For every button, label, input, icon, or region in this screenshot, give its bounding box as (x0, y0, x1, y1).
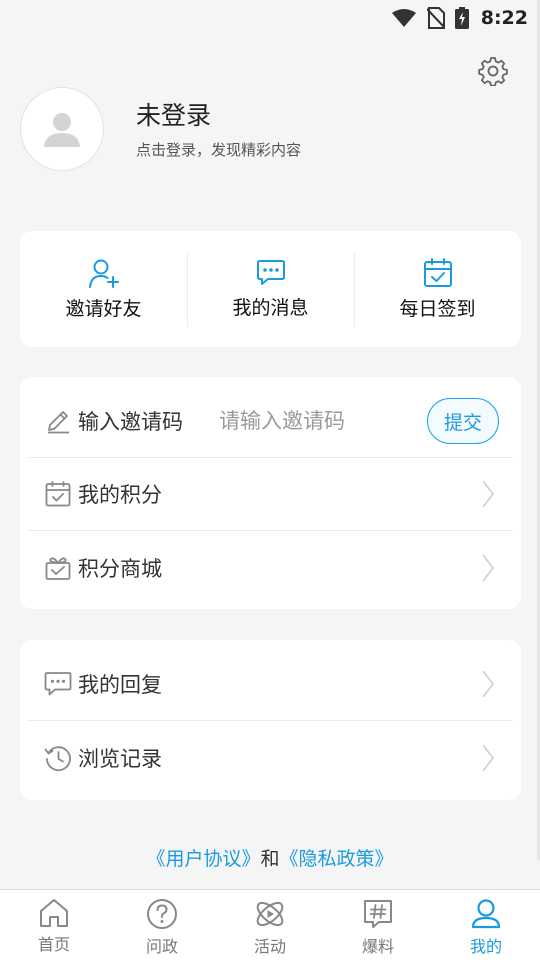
bottom-tab-bar: 首页 问政 活动 爆料 我的 (0, 889, 540, 960)
user-agreement-link[interactable]: 《用户协议》 (146, 848, 260, 870)
status-bar: 8:22 (0, 0, 540, 36)
history-icon (44, 744, 72, 772)
browse-history-label: 浏览记录 (78, 746, 162, 771)
profile-icon (471, 899, 501, 929)
chevron-right-icon (482, 744, 495, 771)
privacy-policy-link[interactable]: 《隐私政策》 (280, 848, 394, 870)
tab-mine-label: 我的 (469, 937, 502, 956)
no-sim-icon (426, 7, 445, 29)
browse-history-row[interactable]: 浏览记录 (28, 721, 513, 794)
question-icon (147, 899, 177, 929)
tab-report-label: 爆料 (361, 937, 394, 956)
my-messages-label: 我的消息 (232, 296, 309, 319)
tab-home-label: 首页 (37, 935, 70, 954)
points-mall-label: 积分商城 (78, 556, 162, 581)
settings-button[interactable] (476, 54, 510, 88)
hashtag-icon (364, 900, 392, 928)
submit-invite-button[interactable]: 提交 (427, 398, 499, 444)
my-replies-label: 我的回复 (78, 673, 162, 697)
my-replies-row[interactable]: 我的回复 (28, 648, 513, 721)
login-status[interactable]: 未登录 (136, 99, 301, 133)
default-avatar-icon (44, 113, 80, 147)
activity-menu-card: 我的回复 浏览记录 (20, 640, 521, 800)
invite-code-label: 输入邀请码 (78, 410, 183, 434)
agreement-and-text: 和 (260, 848, 280, 870)
invite-code-row: 输入邀请码 提交 (28, 385, 513, 458)
chat-icon (256, 259, 285, 285)
calendar-check-icon (423, 257, 452, 287)
tab-inquiry-label: 问政 (145, 937, 178, 956)
pencil-icon (44, 407, 72, 435)
tab-home[interactable]: 首页 (0, 890, 108, 960)
my-points-row[interactable]: 我的积分 (28, 458, 513, 531)
my-points-label: 我的积分 (78, 483, 162, 507)
clock: 8:22 (480, 7, 528, 29)
tab-mine[interactable]: 我的 (432, 890, 540, 960)
activity-icon (256, 901, 284, 927)
points-menu-card: 输入邀请码 提交 我的积分 (20, 377, 521, 609)
battery-icon (454, 7, 469, 29)
add-user-icon (88, 259, 119, 288)
home-icon (40, 899, 68, 927)
invite-code-input[interactable] (219, 409, 389, 433)
profile-header[interactable]: 未登录 点击登录，发现精彩内容 (20, 86, 301, 172)
wifi-icon (391, 9, 416, 27)
comment-icon (44, 670, 72, 698)
invite-friends-label: 邀请好友 (65, 297, 142, 320)
daily-checkin-label: 每日签到 (399, 297, 476, 320)
tab-activity-label: 活动 (253, 937, 286, 956)
quick-actions-card: 邀请好友 我的消息 每日签到 (20, 231, 521, 347)
agreement-links: 《用户协议》和《隐私政策》 (0, 844, 540, 871)
login-hint[interactable]: 点击登录，发现精彩内容 (136, 139, 301, 160)
gift-icon (44, 554, 72, 582)
calendar-check-icon (44, 480, 72, 508)
tab-activity[interactable]: 活动 (216, 890, 324, 960)
invite-friends-button[interactable]: 邀请好友 (20, 231, 187, 347)
avatar[interactable] (20, 87, 104, 171)
chevron-right-icon (482, 670, 495, 698)
chevron-right-icon (482, 554, 495, 581)
tab-report[interactable]: 爆料 (324, 890, 432, 960)
tab-inquiry[interactable]: 问政 (108, 890, 216, 960)
points-mall-row[interactable]: 积分商城 (28, 531, 513, 604)
gear-icon (478, 57, 508, 86)
chevron-right-icon (482, 480, 495, 508)
my-messages-button[interactable]: 我的消息 (187, 231, 354, 347)
daily-checkin-button[interactable]: 每日签到 (354, 231, 521, 347)
